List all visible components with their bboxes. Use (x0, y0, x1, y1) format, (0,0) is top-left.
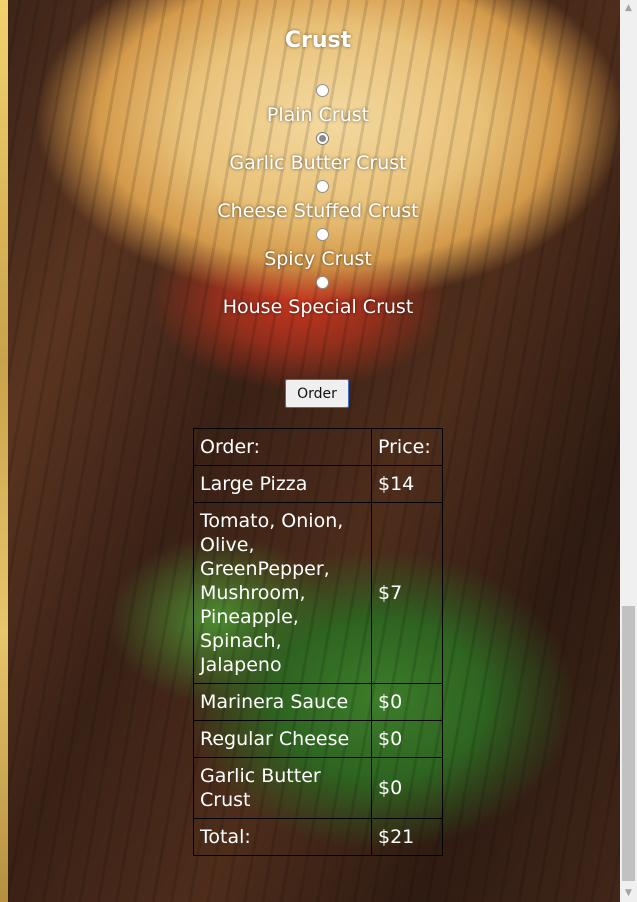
label-house-special-crust: House Special Crust (222, 296, 414, 318)
label-plain-crust: Plain Crust (266, 104, 370, 126)
total-price: $21 (371, 818, 443, 856)
order-button[interactable]: Order (285, 379, 349, 408)
row-price: $0 (371, 683, 443, 721)
label-garlic-butter-crust: Garlic Butter Crust (229, 152, 407, 174)
row-item: Tomato, Onion, Olive, GreenPepper, Mushr… (193, 502, 372, 684)
label-spicy-crust: Spicy Crust (264, 248, 372, 270)
table-row: Garlic Butter Crust $0 (193, 757, 443, 819)
order-form: Crust Plain Crust Garlic Butter Crust Ch… (0, 0, 620, 902)
row-price: $7 (371, 502, 443, 684)
table-row: Tomato, Onion, Olive, GreenPepper, Mushr… (193, 502, 443, 684)
row-price: $0 (371, 720, 443, 758)
total-label: Total: (193, 818, 372, 856)
table-row: Marinera Sauce $0 (193, 683, 443, 721)
table-total-row: Total: $21 (193, 818, 443, 856)
scroll-up-arrow-icon[interactable]: ▲ (620, 0, 637, 17)
label-cheese-stuffed-crust: Cheese Stuffed Crust (217, 200, 419, 222)
row-item: Marinera Sauce (193, 683, 372, 721)
order-summary-table: Order: Price: Large Pizza $14 Tomato, On… (193, 428, 443, 856)
radio-garlic-butter-crust[interactable] (316, 132, 329, 145)
scrollbar-thumb[interactable] (622, 606, 635, 881)
row-price: $0 (371, 757, 443, 819)
row-item: Regular Cheese (193, 720, 372, 758)
scroll-down-arrow-icon[interactable]: ▼ (620, 885, 637, 902)
radio-house-special-crust[interactable] (316, 276, 329, 289)
row-item: Large Pizza (193, 465, 372, 503)
vertical-scrollbar[interactable]: ▲ ▼ (620, 0, 637, 902)
table-row: Regular Cheese $0 (193, 720, 443, 758)
radio-plain-crust[interactable] (316, 84, 329, 97)
row-price: $14 (371, 465, 443, 503)
crust-heading: Crust (284, 28, 352, 53)
table-row: Large Pizza $14 (193, 465, 443, 503)
header-price: Price: (371, 428, 443, 466)
table-header-row: Order: Price: (193, 428, 443, 466)
radio-spicy-crust[interactable] (316, 228, 329, 241)
header-order: Order: (193, 428, 372, 466)
row-item: Garlic Butter Crust (193, 757, 372, 819)
radio-cheese-stuffed-crust[interactable] (316, 180, 329, 193)
